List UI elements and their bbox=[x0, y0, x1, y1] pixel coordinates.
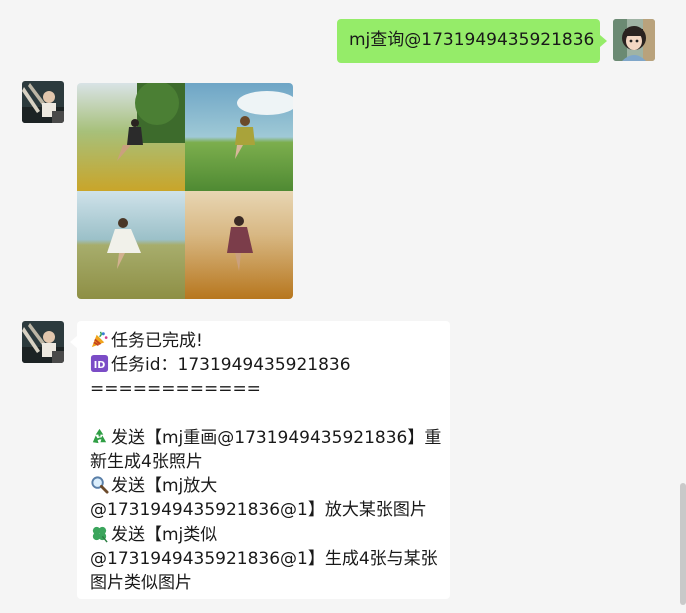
task-id-line: ID 任务id：1731949435921836 bbox=[90, 353, 442, 377]
upscale-line: 发送【mj放大 bbox=[90, 474, 442, 498]
generated-image-2[interactable] bbox=[185, 83, 293, 191]
outgoing-message-text: mj查询@1731949435921836 bbox=[349, 30, 595, 50]
magnifier-icon bbox=[90, 475, 109, 494]
outgoing-bubble-tail bbox=[600, 35, 607, 47]
party-popper-icon bbox=[90, 330, 109, 349]
outgoing-message-bubble[interactable]: mj查询@1731949435921836 bbox=[337, 19, 600, 63]
similar-line: 发送【mj类似 bbox=[90, 523, 442, 547]
status-text: 任务已完成! bbox=[111, 331, 203, 351]
redraw-line: 发送【mj重画@1731949435921836】重 bbox=[90, 426, 442, 450]
redraw-text: 发送【mj重画@1731949435921836】重 bbox=[111, 427, 442, 448]
id-icon: ID bbox=[90, 354, 109, 373]
generated-image-1[interactable] bbox=[77, 83, 185, 191]
user-avatar[interactable] bbox=[613, 19, 655, 61]
status-line: 任务已完成! bbox=[90, 329, 442, 353]
similar-text-cont: @1731949435921836@1】生成4张与某张 bbox=[90, 548, 438, 569]
upscale-text-cont: @1731949435921836@1】放大某张图片 bbox=[90, 500, 427, 521]
svg-text:ID: ID bbox=[94, 360, 106, 371]
generated-image-4[interactable] bbox=[185, 191, 293, 299]
recycle-icon bbox=[90, 427, 109, 446]
generated-image-grid[interactable] bbox=[77, 83, 293, 299]
similar-text: 发送【mj类似 bbox=[111, 524, 218, 545]
redraw-text-cont: 新生成4张照片 bbox=[90, 452, 203, 473]
separator-line: ============ bbox=[90, 379, 261, 400]
chat-scrollbar[interactable] bbox=[680, 483, 686, 605]
bot-avatar[interactable] bbox=[22, 321, 64, 363]
result-message-bubble[interactable]: 任务已完成! ID 任务id：1731949435921836 =========… bbox=[77, 321, 450, 599]
upscale-text: 发送【mj放大 bbox=[111, 476, 218, 497]
similar-text-end: 图片类似图片 bbox=[90, 573, 192, 594]
task-id-text: 任务id：1731949435921836 bbox=[111, 355, 351, 376]
generated-image-3[interactable] bbox=[77, 191, 185, 299]
incoming-bubble-tail bbox=[70, 336, 77, 348]
clover-icon bbox=[90, 524, 109, 543]
bot-avatar[interactable] bbox=[22, 81, 64, 123]
